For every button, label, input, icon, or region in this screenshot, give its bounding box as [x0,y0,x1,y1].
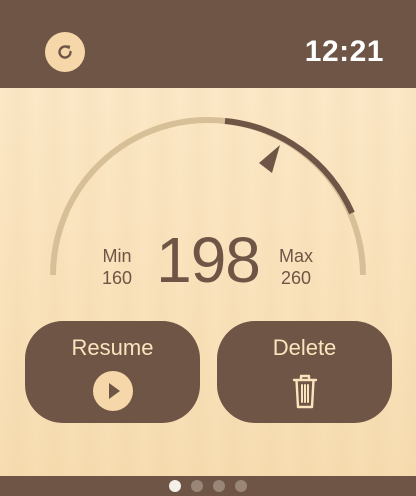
gauge-pointer [259,145,280,173]
min-label: Min [102,246,132,266]
gauge-range-arc [224,118,355,215]
page-dot-active[interactable] [169,480,181,492]
resume-label: Resume [71,335,154,360]
refresh-button[interactable] [45,32,85,72]
delete-label: Delete [272,335,337,360]
app-screen: 12:21 Min 160 198 Max 260 Resume Delete [0,0,416,496]
page-dot[interactable] [191,480,203,492]
trash-icon [292,374,317,409]
max-value: 260 [280,268,312,288]
refresh-icon [58,45,72,59]
min-value: 160 [101,268,133,288]
gauge-readout: Min 160 198 Max 260 [0,220,416,300]
page-dot[interactable] [235,480,247,492]
top-bar: 12:21 [0,0,416,88]
clock-time: 12:21 [304,35,384,68]
max-indicator: Max 260 [266,245,326,289]
min-indicator: Min 160 [87,245,147,289]
delete-button[interactable]: Delete [217,321,392,423]
play-icon [92,371,133,411]
max-label: Max [278,246,313,266]
page-dot[interactable] [213,480,225,492]
resume-button[interactable]: Resume [25,321,200,423]
page-indicator [0,476,416,496]
current-value: 198 [156,224,261,296]
